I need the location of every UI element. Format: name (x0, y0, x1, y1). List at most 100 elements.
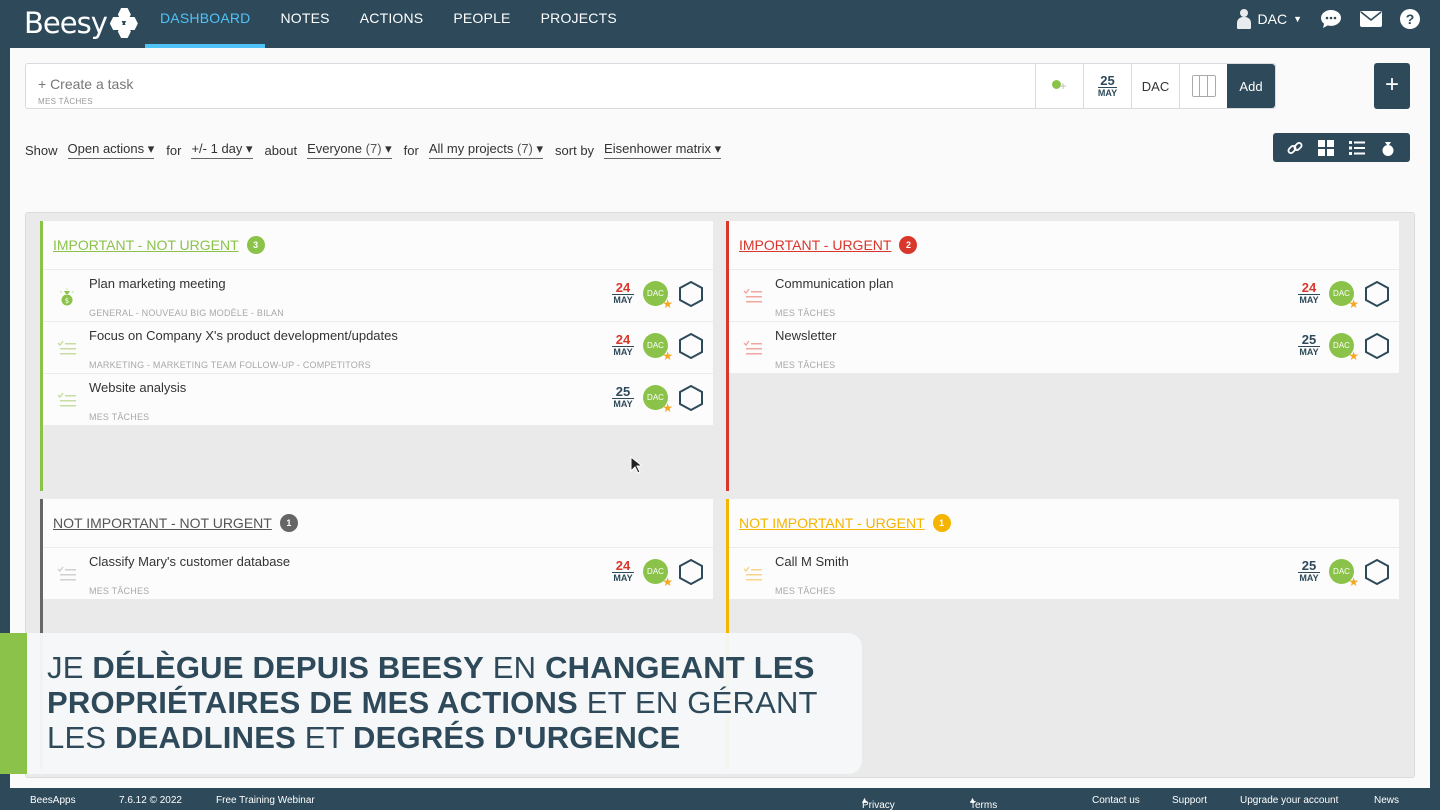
task-due-date[interactable]: 24 MAY (1298, 281, 1320, 306)
top-right-tools: DAC ▼ ? (1236, 6, 1420, 32)
owner-label: DAC (1141, 78, 1170, 94)
task-count-badge: 2 (899, 236, 918, 254)
sort-filter[interactable]: Eisenhower matrix ▾ (604, 141, 722, 159)
money-bag-icon: $ (57, 288, 77, 306)
status-hexagon-icon[interactable] (678, 332, 704, 360)
nav-notes[interactable]: NOTES (265, 0, 344, 48)
status-hexagon-icon[interactable] (1364, 332, 1390, 360)
task-due-date[interactable]: 24 MAY (612, 281, 634, 306)
period-filter[interactable]: +/- 1 day ▾ (191, 141, 253, 159)
mail-icon[interactable] (1360, 8, 1382, 30)
task-row[interactable]: $ Plan marketing meeting GENERAL - NOUVE… (43, 269, 713, 321)
priority-dot-icon (1050, 76, 1070, 96)
mouse-cursor-icon (630, 456, 642, 474)
owner-avatar[interactable]: DAC ★ (643, 333, 673, 362)
task-project: MES TÂCHES (89, 412, 150, 422)
grid-view-icon[interactable] (1317, 139, 1335, 157)
task-project: GENERAL - NOUVEAU BIG MODÈLE - BILAN (89, 308, 284, 318)
add-task-button[interactable]: Add (1227, 64, 1275, 108)
checklist-icon (743, 288, 763, 306)
caption-accent-bar (0, 633, 27, 774)
owner-picker[interactable]: DAC (1131, 64, 1179, 108)
footer-privacy-link[interactable]: Privacy policy ▴ (862, 795, 895, 810)
star-icon: ★ (662, 297, 673, 311)
task-row[interactable]: Newsletter MES TÂCHES 25 MAY DAC ★ (729, 321, 1399, 373)
quadrant-important-not-urgent: IMPORTANT - NOT URGENT 3 $ Plan marketin… (40, 221, 713, 491)
task-title: Plan marketing meeting (89, 276, 226, 291)
status-filter[interactable]: Open actions ▾ (67, 141, 155, 159)
nav-people[interactable]: PEOPLE (438, 0, 525, 48)
task-due-date[interactable]: 25 MAY (1298, 559, 1320, 584)
footer-terms-link[interactable]: Terms of service ▴ (970, 795, 997, 810)
task-row[interactable]: Call M Smith MES TÂCHES 25 MAY DAC ★ (729, 547, 1399, 599)
board-picker[interactable] (1179, 64, 1227, 108)
footer-upgrade-link[interactable]: Upgrade your account (1240, 795, 1338, 806)
quadrant-title[interactable]: IMPORTANT - URGENT (739, 237, 891, 253)
list-view-icon[interactable] (1348, 139, 1366, 157)
new-item-button[interactable]: + (1374, 63, 1410, 109)
projects-filter[interactable]: All my projects (7) ▾ (428, 141, 544, 159)
footer-brand[interactable]: BeesApps (30, 795, 76, 806)
footer-contact-link[interactable]: Contact us (1092, 795, 1140, 806)
logo-text: Beesy (24, 6, 108, 40)
nav-dashboard[interactable]: DASHBOARD (145, 0, 266, 48)
task-due-date[interactable]: 24 MAY (612, 333, 634, 358)
footer-webinar-link[interactable]: Free Training Webinar (216, 795, 315, 806)
top-navigation-bar: Beesy DASHBOARD NOTES ACTIONS PEOPLE PRO… (0, 0, 1440, 48)
filter-bar: Show Open actions ▾ for +/- 1 day ▾ abou… (25, 140, 733, 160)
star-icon: ★ (662, 349, 673, 363)
checklist-icon (743, 566, 763, 584)
status-hexagon-icon[interactable] (678, 384, 704, 412)
quadrant-title[interactable]: IMPORTANT - NOT URGENT (53, 237, 239, 253)
chat-icon[interactable] (1320, 8, 1342, 30)
task-row[interactable]: Website analysis MES TÂCHES 25 MAY DAC ★ (43, 373, 713, 425)
owner-avatar[interactable]: DAC ★ (643, 385, 673, 414)
user-name: DAC (1257, 11, 1288, 27)
task-due-date[interactable]: 24 MAY (612, 559, 634, 584)
nav-projects[interactable]: PROJECTS (526, 0, 632, 48)
status-hexagon-icon[interactable] (678, 280, 704, 308)
help-icon[interactable]: ? (1400, 9, 1420, 29)
priority-picker[interactable] (1035, 64, 1083, 108)
task-count-badge: 1 (279, 514, 298, 532)
owner-avatar[interactable]: DAC ★ (643, 559, 673, 588)
status-hexagon-icon[interactable] (1364, 280, 1390, 308)
create-task-input[interactable]: + Create a task MES TÂCHES (26, 64, 1035, 108)
task-title: Focus on Company X's product development… (89, 328, 398, 343)
task-count-badge: 1 (932, 514, 951, 532)
quadrant-important-urgent: IMPORTANT - URGENT 2 Communication plan … (726, 221, 1399, 491)
money-bag-view-icon[interactable] (1379, 139, 1397, 157)
owner-avatar[interactable]: DAC ★ (1329, 281, 1359, 310)
task-project: MES TÂCHES (775, 308, 836, 318)
footer-news-link[interactable]: News (1374, 795, 1399, 806)
status-hexagon-icon[interactable] (678, 558, 704, 586)
owner-avatar[interactable]: DAC ★ (643, 281, 673, 310)
nav-actions[interactable]: ACTIONS (345, 0, 439, 48)
task-row[interactable]: Classify Mary's customer database MES TÂ… (43, 547, 713, 599)
task-row[interactable]: Focus on Company X's product development… (43, 321, 713, 373)
owner-avatar[interactable]: DAC ★ (1329, 559, 1359, 588)
status-hexagon-icon[interactable] (1364, 558, 1390, 586)
quadrant-header: IMPORTANT - NOT URGENT 3 (43, 221, 713, 269)
checklist-icon (743, 340, 763, 358)
owner-avatar[interactable]: DAC ★ (1329, 333, 1359, 362)
view-switcher (1273, 133, 1410, 162)
star-icon: ★ (662, 575, 673, 589)
footer: BeesApps 7.6.12 © 2022 Free Training Web… (0, 790, 1440, 810)
task-row[interactable]: Communication plan MES TÂCHES 24 MAY DAC… (729, 269, 1399, 321)
due-date-day: 25 (1100, 72, 1115, 88)
star-icon: ★ (1348, 349, 1359, 363)
quadrant-title[interactable]: NOT IMPORTANT - NOT URGENT (53, 515, 272, 531)
filter-for-label: for (166, 142, 182, 158)
people-filter[interactable]: Everyone (7) ▾ (307, 141, 392, 159)
beesy-logo[interactable]: Beesy (24, 6, 138, 40)
quadrant-title[interactable]: NOT IMPORTANT - URGENT (739, 515, 925, 531)
task-due-date[interactable]: 25 MAY (612, 385, 634, 410)
filter-about-label: about (264, 142, 298, 158)
due-date-picker[interactable]: 25 MAY (1083, 64, 1131, 108)
task-due-date[interactable]: 25 MAY (1298, 333, 1320, 358)
link-icon[interactable] (1286, 139, 1304, 157)
footer-support-link[interactable]: Support (1172, 795, 1207, 806)
user-menu[interactable]: DAC ▼ (1236, 9, 1302, 29)
task-project: MARKETING - MARKETING TEAM FOLLOW-UP - C… (89, 360, 371, 370)
